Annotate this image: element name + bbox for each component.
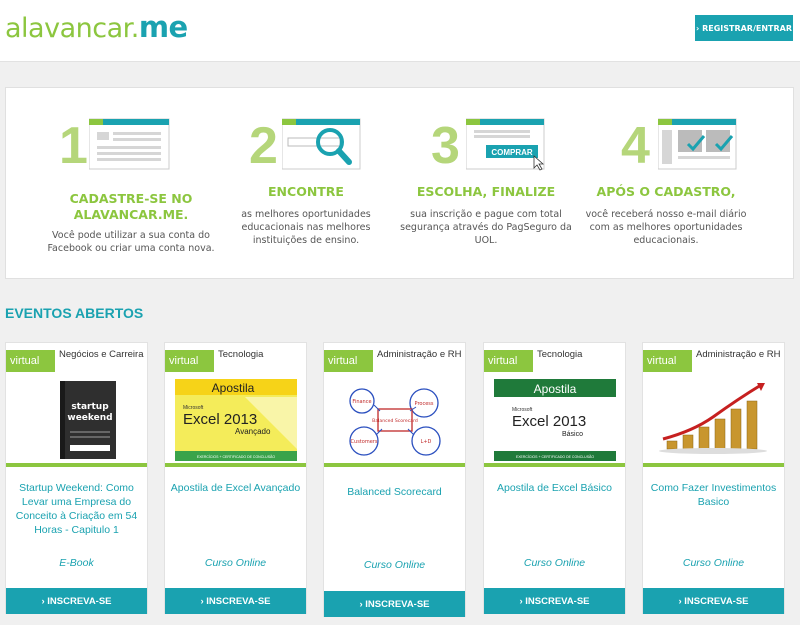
- svg-text:weekend: weekend: [67, 413, 112, 423]
- register-login-button[interactable]: › REGISTRAR/ENTRAR: [695, 15, 793, 41]
- step-number: 4: [621, 117, 650, 175]
- cover-level: Avançado: [235, 427, 271, 436]
- form-icon: [89, 118, 170, 170]
- event-title-link[interactable]: Apostila de Excel Básico: [488, 481, 621, 495]
- step-description: Você pode utilizar a sua conta do Facebo…: [47, 230, 215, 254]
- category-label: Tecnologia: [537, 349, 583, 360]
- event-title-link[interactable]: Apostila de Excel Avançado: [169, 481, 302, 495]
- diagram-label: Customers: [351, 439, 378, 445]
- event-title-link[interactable]: Como Fazer Investimentos Basico: [647, 481, 780, 509]
- cover-title: Apostila: [212, 381, 255, 395]
- event-card[interactable]: virtual Negócios e Carreira startup week…: [5, 342, 148, 614]
- diagram-label: L+D: [421, 439, 432, 445]
- cover-footer: EXERCÍCIOS + CERTIFICADO DE CONCLUSÃO: [516, 454, 594, 459]
- step-description: as melhores oportunidades educacionais n…: [241, 209, 371, 246]
- buy-icon: COMPRAR: [466, 118, 545, 171]
- category-label: Negócios e Carreira: [59, 349, 144, 360]
- step-number: 3: [431, 117, 460, 175]
- logo[interactable]: alavancar.me: [5, 10, 188, 44]
- event-card[interactable]: virtual Tecnologia Apostila Microsoft Ex…: [483, 342, 626, 614]
- category-label: Administração e RH: [377, 349, 462, 360]
- cover-footer: EXERCÍCIOS + CERTIFICADO DE CONCLUSÃO: [197, 454, 275, 459]
- excel-cover-image[interactable]: Apostila Microsoft Excel 2013 Avançado E…: [175, 379, 297, 461]
- event-title-link[interactable]: Balanced Scorecard: [328, 485, 461, 499]
- card-divider: [484, 463, 625, 467]
- subscribe-button[interactable]: › INSCREVA-SE: [643, 588, 784, 614]
- event-type: E-Book: [59, 557, 94, 569]
- logo-part2: me: [138, 10, 188, 44]
- cover-product: Excel 2013: [512, 413, 586, 430]
- header: alavancar.me › REGISTRAR/ENTRAR: [0, 0, 800, 62]
- card-divider: [165, 463, 306, 467]
- cover-product: Excel 2013: [183, 411, 257, 428]
- card-divider: [6, 463, 147, 467]
- how-it-works-panel: 1 CADASTRE-SE NO ALAVANCAR.ME. Você pode…: [5, 87, 794, 279]
- book-cover-image[interactable]: startup weekend: [16, 379, 138, 461]
- step-1: 1 CADASTRE-SE NO ALAVANCAR.ME. Você pode…: [41, 88, 221, 278]
- step-number: 2: [249, 117, 278, 175]
- svg-text:startup: startup: [71, 402, 109, 412]
- event-card[interactable]: virtual Tecnologia Apostila Microsoft Ex…: [164, 342, 307, 614]
- event-card[interactable]: virtual Administração e RH Finance Proce…: [323, 342, 466, 617]
- step-description: você receberá nosso e-mail diário com as…: [585, 209, 747, 246]
- search-icon: [282, 118, 361, 170]
- virtual-tag: virtual: [165, 350, 214, 372]
- card-divider: [643, 463, 784, 467]
- excel-cover-image[interactable]: Apostila Microsoft Excel 2013 Básico EXE…: [494, 379, 616, 461]
- step-3: 3 COMPRAR ESCOLHA, FINALIZE sua inscriçã…: [396, 88, 576, 278]
- logo-part1: alavancar.: [5, 13, 139, 44]
- event-type: Curso Online: [363, 559, 426, 571]
- step-title: CADASTRE-SE NO ALAVANCAR.ME.: [69, 191, 193, 222]
- open-events-title: EVENTOS ABERTOS: [5, 305, 144, 321]
- coins-chart-image[interactable]: [653, 379, 775, 461]
- step-title: APÓS O CADASTRO,: [596, 184, 736, 199]
- step-title: ENCONTRE: [268, 184, 344, 199]
- step-4: 4 APÓS O CADASTRO, você receberá nosso e…: [576, 88, 756, 278]
- virtual-tag: virtual: [643, 350, 692, 372]
- event-title-link[interactable]: Startup Weekend: Como Levar uma Empresa …: [10, 481, 143, 537]
- event-type: Curso Online: [523, 557, 586, 569]
- event-type: Curso Online: [204, 557, 267, 569]
- checklist-icon: [658, 118, 737, 170]
- diagram-label: Finance: [352, 399, 371, 405]
- subscribe-button[interactable]: › INSCREVA-SE: [165, 588, 306, 614]
- cover-title: Apostila: [534, 382, 577, 396]
- event-card[interactable]: virtual Administração e RH Como Fazer In…: [642, 342, 785, 614]
- cover-level: Básico: [562, 431, 583, 438]
- diagram-center-label: Balanced Scorecard: [372, 418, 418, 424]
- subscribe-button[interactable]: › INSCREVA-SE: [6, 588, 147, 614]
- subscribe-button[interactable]: › INSCREVA-SE: [484, 588, 625, 614]
- category-label: Administração e RH: [696, 349, 781, 360]
- card-divider: [324, 463, 465, 467]
- step-2: 2 ENCONTRE as melhores oportunidades edu…: [216, 88, 396, 278]
- virtual-tag: virtual: [324, 350, 373, 372]
- scorecard-diagram-image[interactable]: Finance Process Balanced Scorecard Custo…: [334, 379, 456, 461]
- category-label: Tecnologia: [218, 349, 264, 360]
- subscribe-button[interactable]: › INSCREVA-SE: [324, 591, 465, 617]
- buy-button-label: COMPRAR: [491, 148, 533, 157]
- diagram-label: Process: [415, 401, 434, 407]
- event-type: Curso Online: [682, 557, 745, 569]
- step-description: sua inscrição e pague com total seguranç…: [400, 209, 572, 246]
- virtual-tag: virtual: [484, 350, 533, 372]
- step-title: ESCOLHA, FINALIZE: [416, 184, 556, 199]
- virtual-tag: virtual: [6, 350, 55, 372]
- step-number: 1: [59, 117, 88, 175]
